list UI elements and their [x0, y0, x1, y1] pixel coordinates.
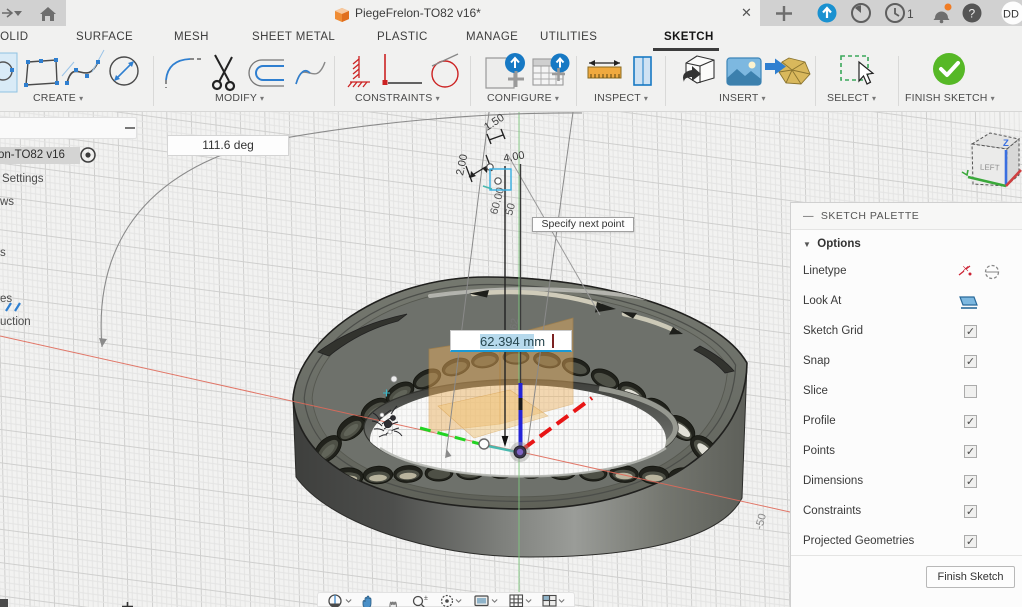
svg-text:DD: DD — [1003, 9, 1019, 21]
svg-text:Z: Z — [1003, 138, 1009, 149]
svg-text:?: ? — [969, 7, 976, 21]
svg-text:±: ± — [424, 595, 428, 602]
svg-text:LEFT: LEFT — [980, 163, 1000, 173]
svg-text:1: 1 — [907, 7, 914, 21]
